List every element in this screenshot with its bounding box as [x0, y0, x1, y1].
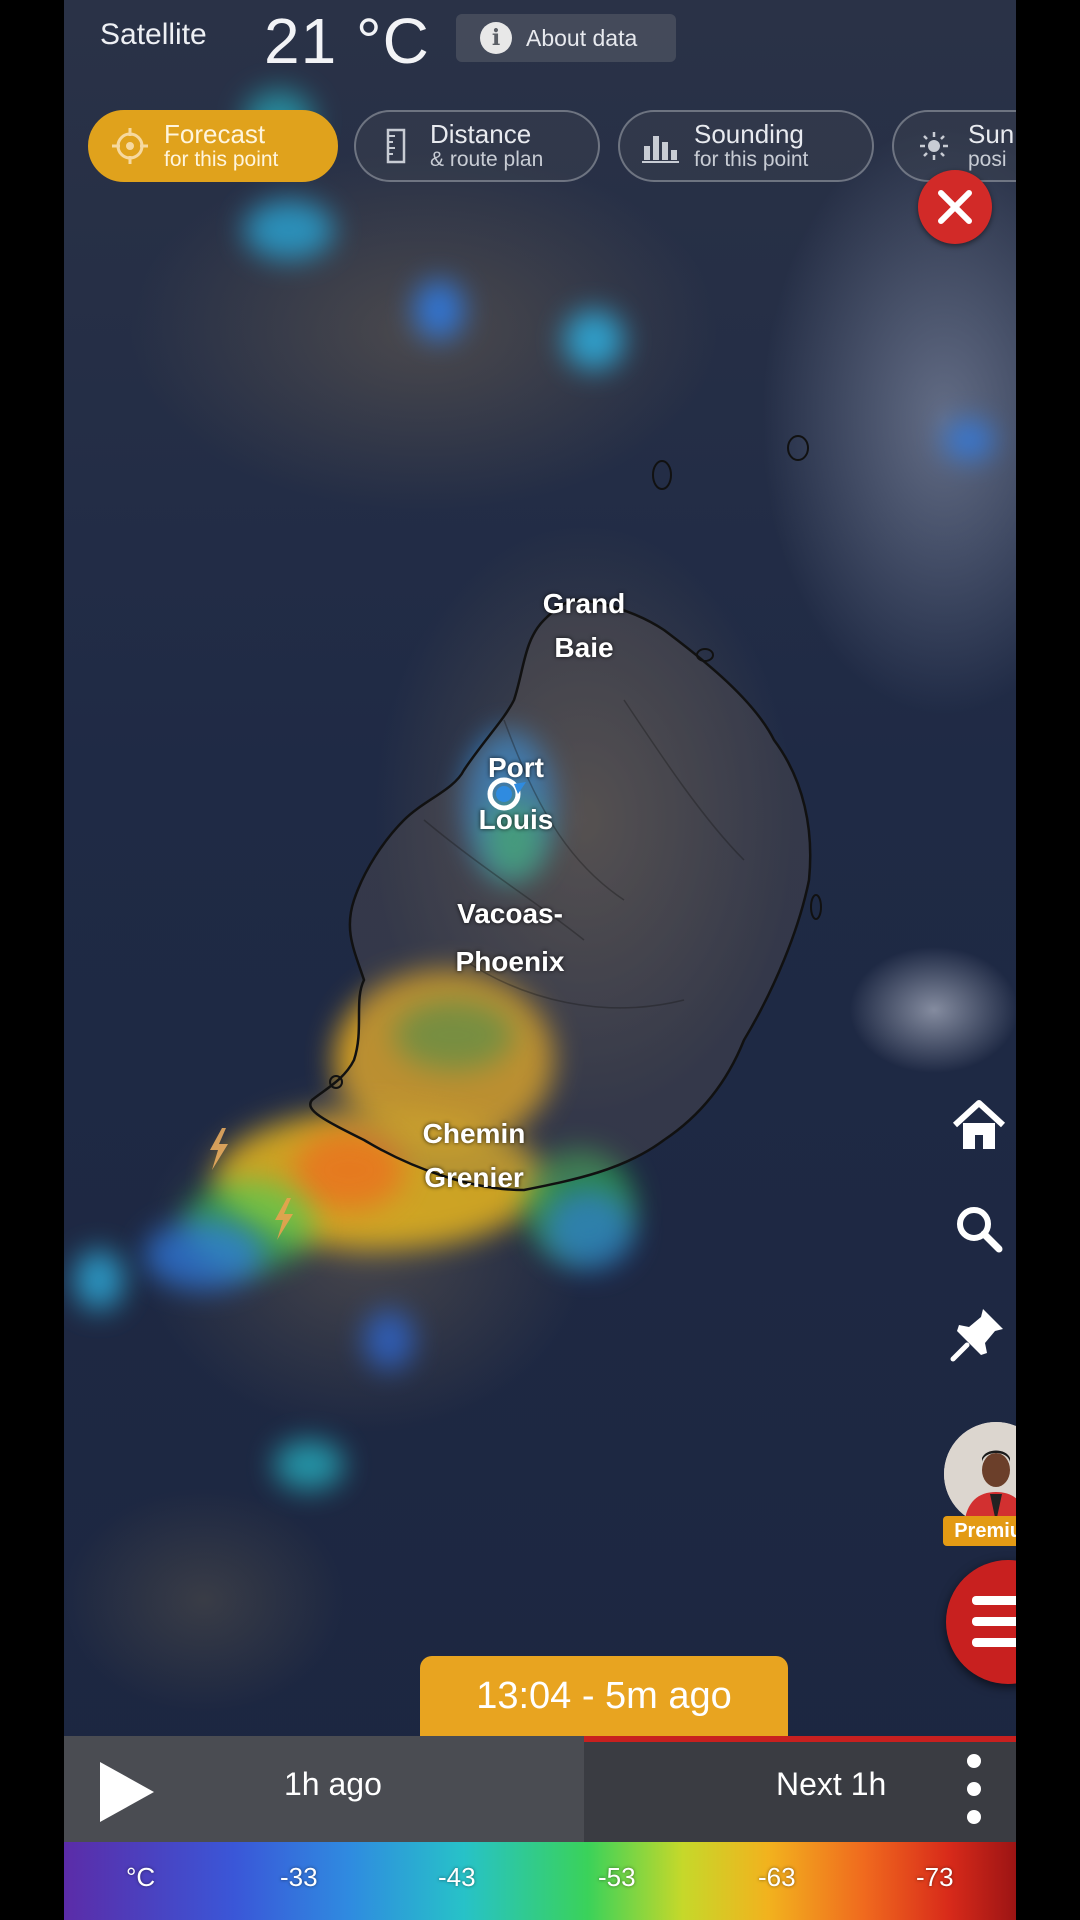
timeline-past-label[interactable]: 1h ago: [284, 1766, 382, 1803]
app-screen: Grand Baie Port Louis Vacoas- Phoenix Chemi…: [64, 0, 1016, 1920]
lightning-icon: [275, 1198, 293, 1240]
pin-button[interactable]: [944, 1298, 1014, 1368]
timeline-forecast-indicator: [584, 1736, 1016, 1742]
close-icon: [938, 190, 972, 224]
search-button[interactable]: [944, 1194, 1014, 1264]
chip-sublabel: & route plan: [430, 148, 544, 171]
chip-label: Sun: [968, 119, 1015, 149]
lightning-icon: [210, 1128, 228, 1170]
close-button[interactable]: [918, 170, 992, 244]
timeline-bar[interactable]: 1h ago Next 1h: [64, 1736, 1016, 1842]
chip-label: Distance: [430, 119, 532, 149]
ruler-icon: [376, 126, 416, 166]
timeline-next-label[interactable]: Next 1h: [776, 1766, 886, 1803]
temperature-legend[interactable]: °C -33 -43 -53 -63 -73: [64, 1842, 1016, 1920]
sun-icon: [914, 126, 954, 166]
satellite-map[interactable]: Grand Baie Port Louis Vacoas- Phoenix Chemi…: [64, 0, 1016, 1920]
about-data-button[interactable]: i About data: [456, 14, 676, 62]
forecast-chip[interactable]: Forecast for this point: [88, 110, 338, 182]
layer-title[interactable]: Satellite: [100, 18, 207, 52]
chip-sublabel: posi: [968, 148, 1007, 171]
distance-chip[interactable]: Distance & route plan: [354, 110, 600, 182]
city-label-vacoas-phoenix: Vacoas- Phoenix: [455, 898, 565, 977]
chip-sublabel: for this point: [694, 148, 809, 171]
chip-sublabel: for this point: [164, 148, 279, 171]
crosshair-icon: [110, 126, 150, 166]
play-button[interactable]: [100, 1762, 154, 1822]
legend-value: -73: [916, 1862, 954, 1892]
hamburger-menu-icon: [972, 1596, 1016, 1647]
home-icon: [952, 1100, 1006, 1149]
legend-value: -63: [758, 1862, 796, 1892]
legend-value: -33: [280, 1862, 318, 1892]
city-label-port-louis: Port Louis: [478, 752, 554, 835]
search-icon: [957, 1207, 1003, 1253]
more-options-button[interactable]: [964, 1754, 984, 1824]
chip-label: Sounding: [694, 119, 804, 149]
about-data-label: About data: [526, 24, 638, 51]
legend-value: -43: [438, 1862, 476, 1892]
bar-chart-icon: [640, 126, 680, 166]
tool-chips: Forecast for this point Distance & route p…: [88, 110, 1016, 182]
legend-unit: °C: [126, 1862, 156, 1892]
header: Satellite 21 °C i About data: [64, 0, 1016, 78]
temperature-readout: 21 °C: [264, 5, 430, 77]
premium-badge[interactable]: Premium: [943, 1516, 1016, 1546]
chip-label: Forecast: [164, 119, 266, 149]
legend-value: -53: [598, 1862, 636, 1892]
current-time-label[interactable]: 13:04 - 5m ago: [420, 1656, 788, 1736]
city-label-grand-baie: Grand Baie: [542, 588, 626, 663]
city-label-chemin-grenier: Chemin Grenier: [422, 1118, 526, 1193]
sounding-chip[interactable]: Sounding for this point: [618, 110, 874, 182]
pushpin-icon: [950, 1309, 1003, 1362]
home-button[interactable]: [944, 1090, 1014, 1160]
info-icon: i: [480, 22, 512, 54]
